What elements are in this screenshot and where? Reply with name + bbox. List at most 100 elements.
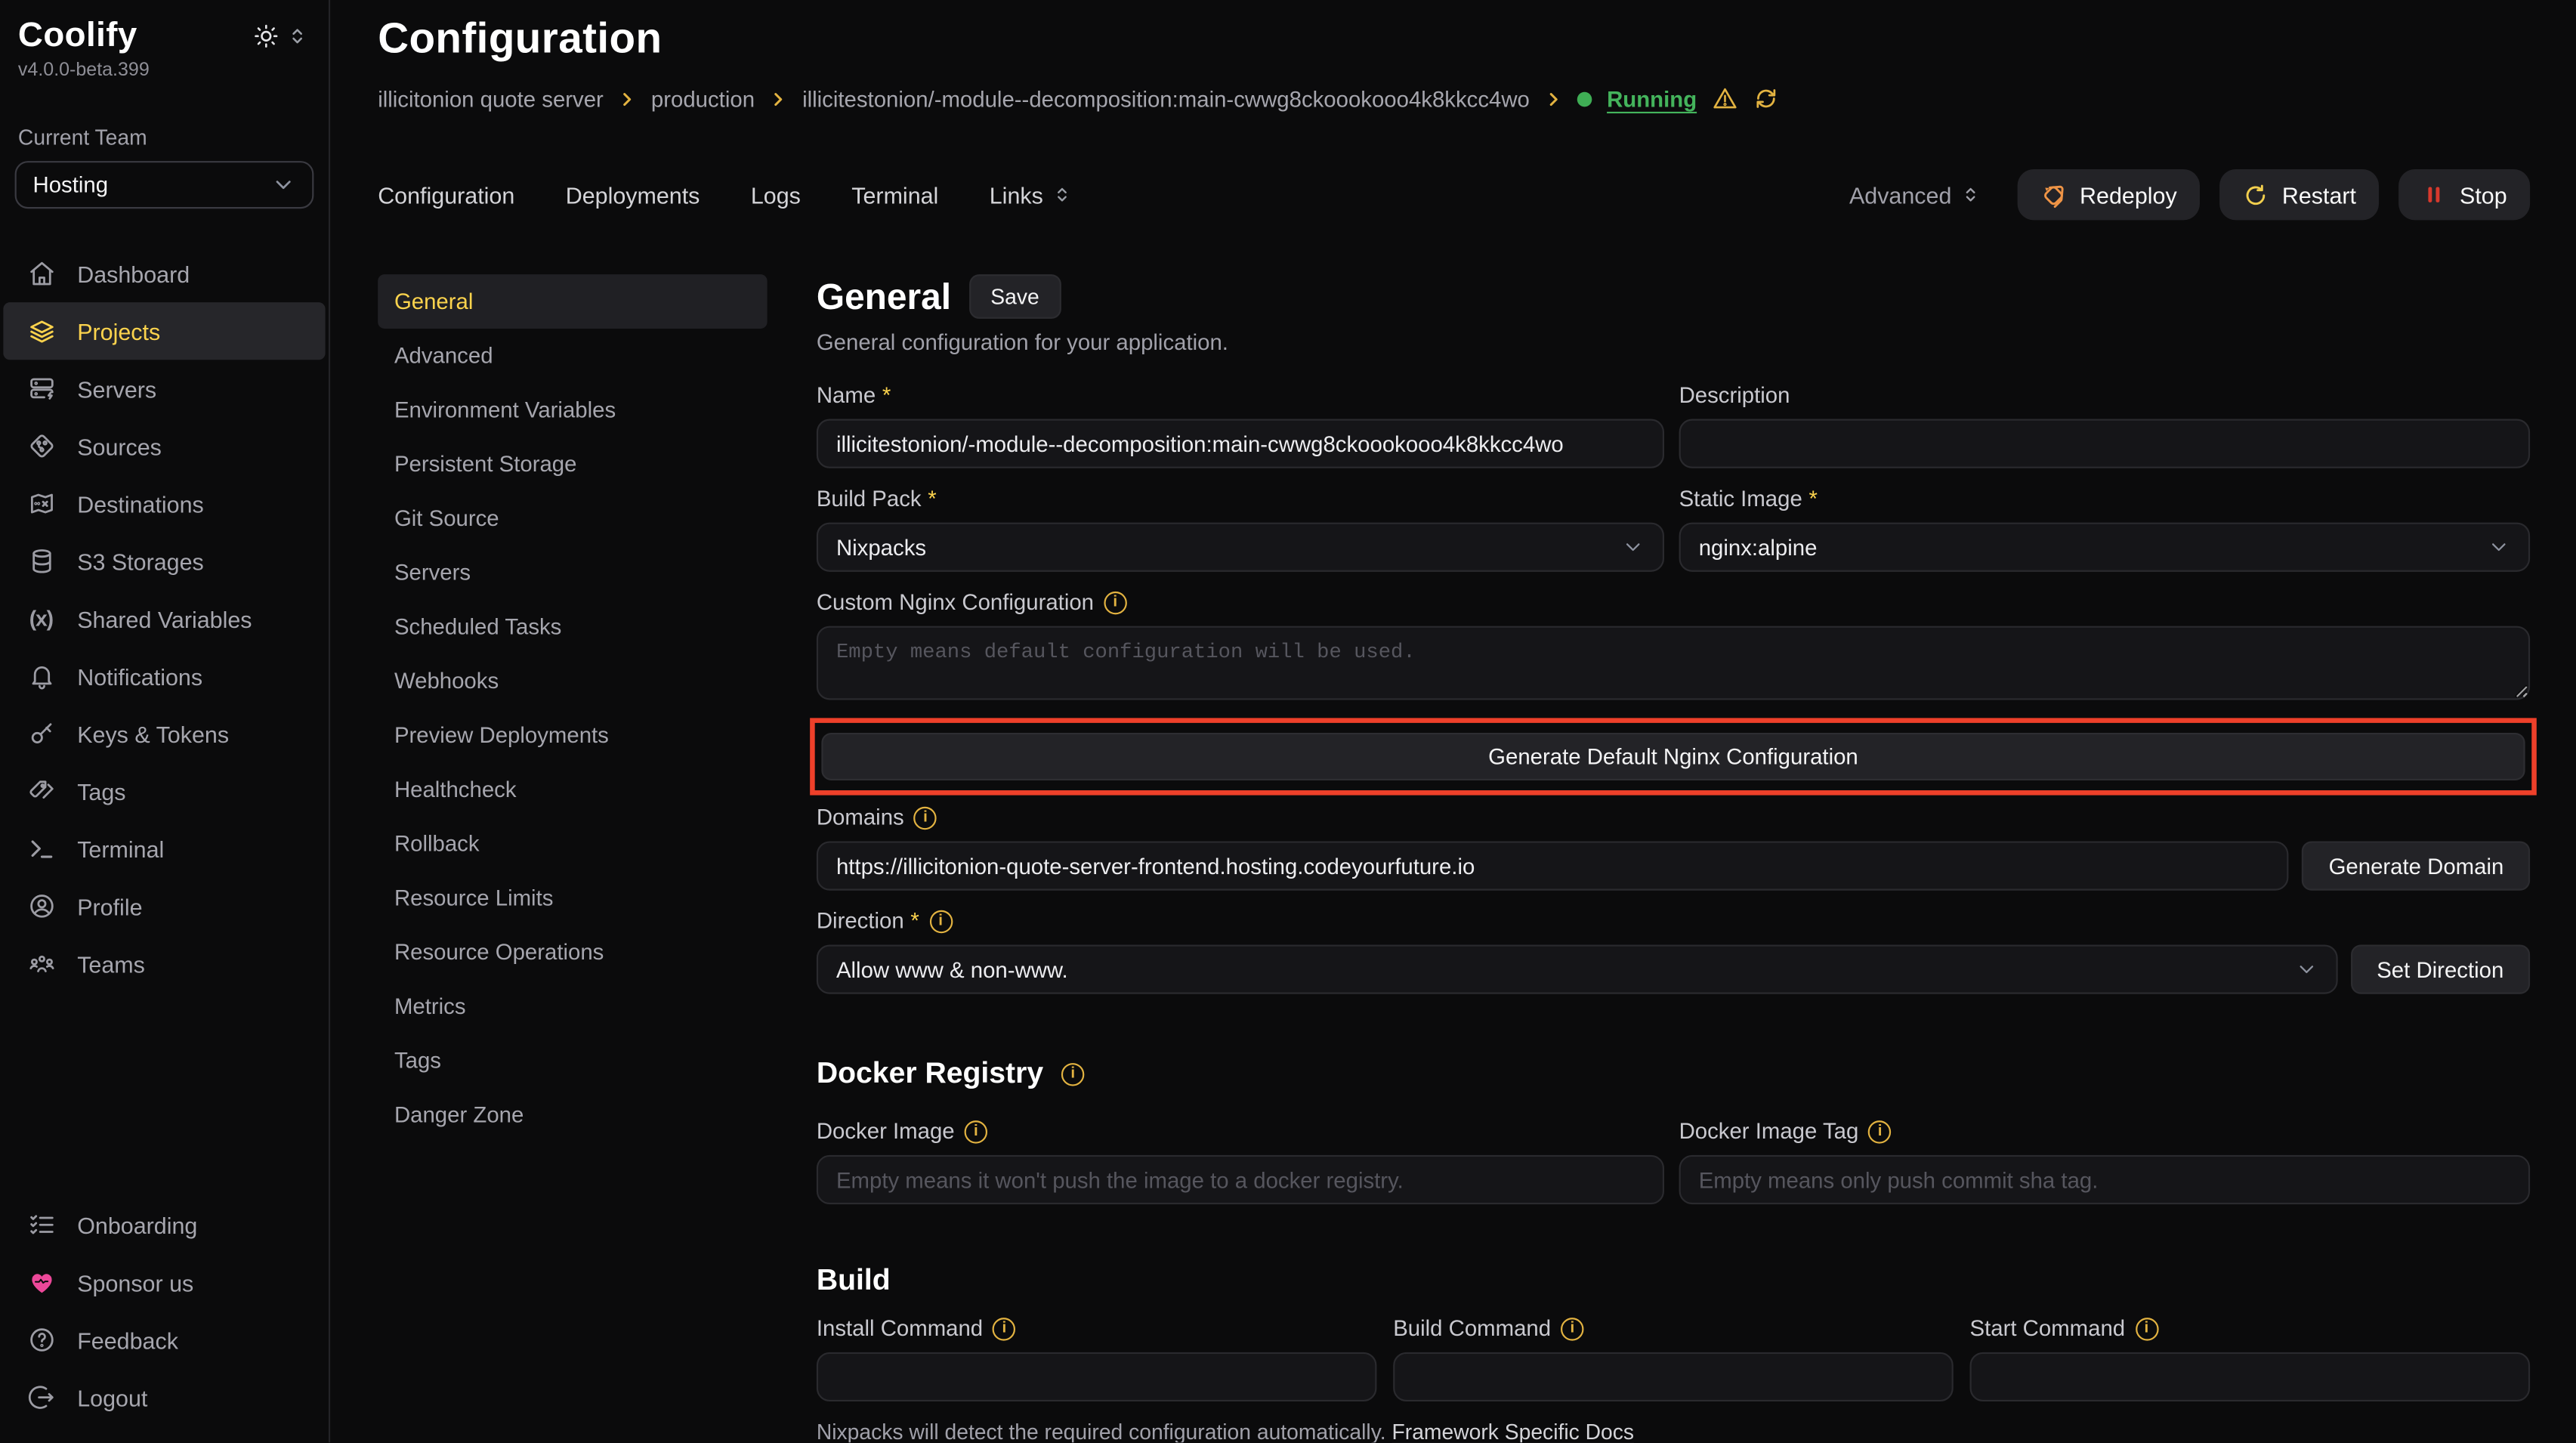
direction-label: Direction xyxy=(817,909,904,934)
advanced-dropdown[interactable]: Advanced xyxy=(1849,181,1981,208)
subnav-item-rollback[interactable]: Rollback xyxy=(378,817,767,871)
sidebar-item-sponsor-us[interactable]: Sponsor us xyxy=(3,1253,325,1311)
redeploy-button[interactable]: Redeploy xyxy=(2017,169,2200,220)
sidebar-item-sources[interactable]: Sources xyxy=(3,417,325,474)
sidebar-item-onboarding[interactable]: Onboarding xyxy=(3,1196,325,1253)
subnav-item-advanced[interactable]: Advanced xyxy=(378,329,767,383)
subnav-item-tags[interactable]: Tags xyxy=(378,1034,767,1088)
sidebar-item-servers[interactable]: Servers xyxy=(3,360,325,417)
breadcrumb-resource[interactable]: illicitestonion/-module--decomposition:m… xyxy=(802,86,1530,111)
sidebar-item-s3-storages[interactable]: S3 Storages xyxy=(3,533,325,590)
sidebar-item-label: Sponsor us xyxy=(77,1269,193,1296)
subnav-item-git-source[interactable]: Git Source xyxy=(378,491,767,545)
info-icon[interactable]: i xyxy=(1061,1062,1084,1085)
subnav-item-servers[interactable]: Servers xyxy=(378,545,767,600)
domains-input[interactable] xyxy=(817,841,2290,890)
start-command-input[interactable] xyxy=(1970,1352,2531,1401)
subnav-item-preview-deployments[interactable]: Preview Deployments xyxy=(378,708,767,762)
docker-image-input[interactable] xyxy=(817,1155,1664,1204)
info-icon[interactable]: i xyxy=(1868,1120,1891,1142)
sidebar-item-teams[interactable]: Teams xyxy=(3,935,325,992)
breadcrumb-environment[interactable]: production xyxy=(651,86,755,111)
subnav-item-metrics[interactable]: Metrics xyxy=(378,979,767,1034)
sidebar-item-label: Logout xyxy=(77,1384,147,1411)
sidebar-item-projects[interactable]: Projects xyxy=(3,302,325,360)
set-direction-button[interactable]: Set Direction xyxy=(2350,944,2530,993)
chevron-down-icon xyxy=(2488,536,2510,558)
docker-image-tag-input[interactable] xyxy=(1679,1155,2531,1204)
name-input[interactable] xyxy=(817,419,1664,468)
status-badge[interactable]: Running xyxy=(1607,86,1697,111)
info-icon[interactable]: i xyxy=(2135,1317,2157,1339)
sidebar-item-keys-tokens[interactable]: Keys & Tokens xyxy=(3,705,325,762)
subnav-item-persistent-storage[interactable]: Persistent Storage xyxy=(378,437,767,491)
team-select[interactable]: Hosting xyxy=(15,161,314,209)
stop-button[interactable]: Stop xyxy=(2399,169,2531,220)
sidebar-item-tags[interactable]: Tags xyxy=(3,762,325,820)
refresh-icon[interactable] xyxy=(1753,85,1779,112)
theme-select-chevrons[interactable] xyxy=(286,25,308,48)
nginx-config-textarea[interactable] xyxy=(817,626,2530,700)
variables-icon: (x) xyxy=(26,606,56,631)
restart-button[interactable]: Restart xyxy=(2219,169,2379,220)
sidebar-item-label: Tags xyxy=(77,778,125,805)
stop-label: Stop xyxy=(2460,181,2507,208)
tab-deployments[interactable]: Deployments xyxy=(566,181,700,208)
start-command-label: Start Command xyxy=(1970,1316,2126,1341)
sidebar-item-label: Teams xyxy=(77,950,145,977)
direction-select[interactable]: Allow www & non-www. xyxy=(817,944,2337,993)
breadcrumb-project[interactable]: illicitonion quote server xyxy=(378,86,604,111)
app-version: v4.0.0-beta.399 xyxy=(18,60,150,80)
tab-terminal[interactable]: Terminal xyxy=(851,181,938,208)
subnav-item-danger-zone[interactable]: Danger Zone xyxy=(378,1088,767,1142)
save-button[interactable]: Save xyxy=(969,274,1061,319)
info-icon[interactable]: i xyxy=(1561,1317,1583,1339)
sidebar-item-logout[interactable]: Logout xyxy=(3,1369,325,1426)
generate-domain-button[interactable]: Generate Domain xyxy=(2303,841,2530,890)
build-command-input[interactable] xyxy=(1393,1352,1954,1401)
install-command-input[interactable] xyxy=(817,1352,1377,1401)
info-icon[interactable]: i xyxy=(965,1120,987,1142)
subnav-item-general[interactable]: General xyxy=(378,274,767,329)
subnav-item-resource-operations[interactable]: Resource Operations xyxy=(378,925,767,979)
heart-icon xyxy=(26,1268,56,1296)
info-icon[interactable]: i xyxy=(1104,591,1126,613)
sidebar-item-terminal[interactable]: Terminal xyxy=(3,820,325,877)
tab-logs[interactable]: Logs xyxy=(751,181,801,208)
info-icon[interactable]: i xyxy=(914,806,937,829)
subnav-item-webhooks[interactable]: Webhooks xyxy=(378,654,767,709)
subnav-item-environment-variables[interactable]: Environment Variables xyxy=(378,383,767,437)
sidebar-item-feedback[interactable]: Feedback xyxy=(3,1311,325,1368)
description-input[interactable] xyxy=(1679,419,2531,468)
theme-toggle[interactable] xyxy=(253,23,280,49)
map-icon xyxy=(26,490,56,518)
warning-icon[interactable] xyxy=(1712,85,1738,112)
domains-label: Domains xyxy=(817,805,904,830)
sun-icon xyxy=(253,23,280,49)
subnav-item-healthcheck[interactable]: Healthcheck xyxy=(378,762,767,817)
logout-icon xyxy=(26,1383,56,1411)
required-asterisk: * xyxy=(928,487,936,511)
sidebar-item-dashboard[interactable]: Dashboard xyxy=(3,245,325,302)
generate-nginx-config-button[interactable]: Generate Default Nginx Configuration xyxy=(821,733,2525,780)
nginx-config-label: Custom Nginx Configuration xyxy=(817,590,1094,615)
info-icon[interactable]: i xyxy=(929,910,952,932)
info-icon[interactable]: i xyxy=(993,1317,1015,1339)
sidebar-item-notifications[interactable]: Notifications xyxy=(3,647,325,705)
static-image-select[interactable]: nginx:alpine xyxy=(1679,523,2531,572)
server-icon xyxy=(26,375,56,403)
page-title: Configuration xyxy=(378,13,2530,63)
sidebar-item-label: S3 Storages xyxy=(77,548,204,574)
docker-image-tag-label: Docker Image Tag xyxy=(1679,1119,1859,1144)
sidebar-item-profile[interactable]: Profile xyxy=(3,877,325,935)
tab-configuration[interactable]: Configuration xyxy=(378,181,514,208)
framework-docs-link[interactable]: Framework Specific Docs xyxy=(1392,1420,1635,1442)
build-command-label: Build Command xyxy=(1393,1316,1551,1341)
build-pack-select[interactable]: Nixpacks xyxy=(817,523,1664,572)
chevron-updown-icon xyxy=(1960,184,1981,205)
sidebar-item-shared-variables[interactable]: (x) Shared Variables xyxy=(3,590,325,647)
subnav-item-resource-limits[interactable]: Resource Limits xyxy=(378,871,767,925)
tab-links[interactable]: Links xyxy=(990,181,1073,208)
sidebar-item-destinations[interactable]: Destinations xyxy=(3,475,325,533)
subnav-item-scheduled-tasks[interactable]: Scheduled Tasks xyxy=(378,600,767,654)
